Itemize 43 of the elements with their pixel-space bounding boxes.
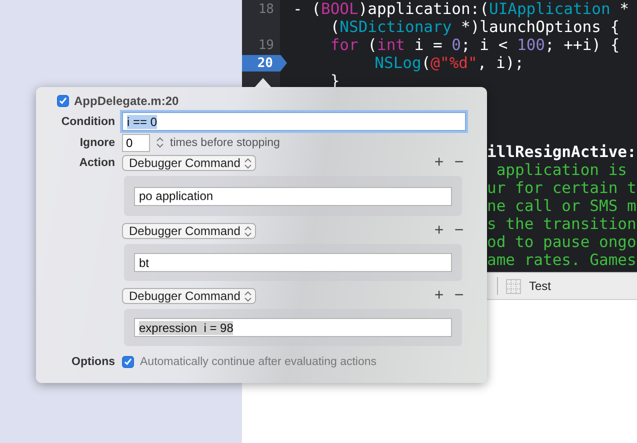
- grid-icon: [506, 278, 521, 294]
- command-field[interactable]: bt: [134, 253, 452, 272]
- breakpoint-marker[interactable]: 20: [242, 54, 287, 72]
- code-line: ame rates. Games: [487, 251, 636, 269]
- condition-field[interactable]: i == 0: [122, 112, 466, 131]
- code-line: od to pause ongo: [487, 233, 636, 251]
- updown-icon: [244, 158, 252, 168]
- action-type-popup[interactable]: Debugger Command: [122, 288, 256, 304]
- code-line: ne call or SMS m: [487, 197, 636, 215]
- enabled-checkbox[interactable]: [57, 95, 69, 107]
- remove-button[interactable]: −: [452, 222, 466, 240]
- command-field[interactable]: po application: [134, 186, 452, 206]
- field-label: Ignore: [78, 136, 115, 148]
- code-line: ur for certain t: [487, 179, 636, 197]
- code-line: - (BOOL)application:(UIApplication *: [293, 0, 629, 18]
- code-line: NSLog(@"%d", i);: [374, 54, 524, 72]
- code-line: (NSDictionary *)launchOptions {: [329, 18, 620, 36]
- breakpoint-title: AppDelegate.m:20: [74, 94, 179, 108]
- code-line: s the transition: [487, 215, 636, 233]
- action-type-popup[interactable]: Debugger Command: [122, 155, 256, 171]
- auto-continue-checkbox[interactable]: [122, 356, 134, 368]
- ignore-suffix: times before stopping: [170, 136, 280, 148]
- auto-continue-label: Automatically continue after evaluating actions: [140, 356, 377, 368]
- add-button[interactable]: +: [432, 154, 446, 172]
- field-label: Action: [78, 157, 115, 169]
- target-label: Test: [529, 279, 552, 293]
- remove-button[interactable]: −: [452, 287, 466, 305]
- command-field[interactable]: expression i = 98: [134, 318, 452, 337]
- code-line: application is: [495, 161, 627, 179]
- field-label: Condition: [60, 116, 115, 128]
- code-line: illResignActive:: [487, 143, 636, 161]
- line-number: 19: [257, 36, 275, 54]
- code-line: for (int i = 0; i < 100; ++i) {: [329, 36, 620, 54]
- field-label: Options: [70, 356, 115, 368]
- action-type-popup[interactable]: Debugger Command: [122, 223, 256, 239]
- remove-button[interactable]: −: [452, 154, 466, 172]
- ignore-count-field[interactable]: 0: [122, 134, 150, 152]
- stepper-icon: [156, 137, 164, 148]
- updown-icon: [244, 290, 252, 302]
- add-button[interactable]: +: [432, 287, 446, 305]
- add-button[interactable]: +: [432, 222, 446, 240]
- updown-icon: [244, 226, 252, 236]
- line-number: 18: [257, 0, 275, 18]
